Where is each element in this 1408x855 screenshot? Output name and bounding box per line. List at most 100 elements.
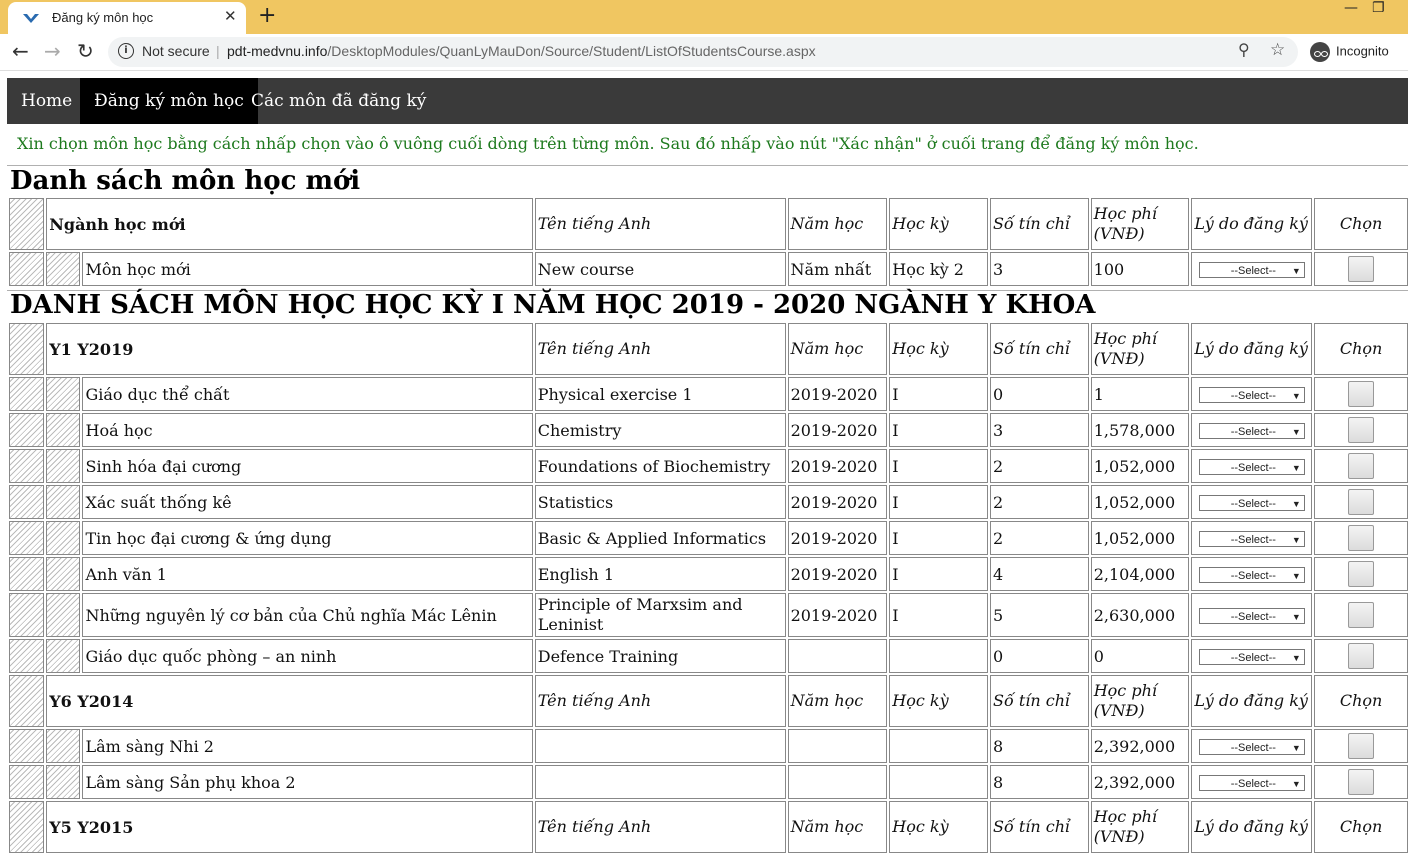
- site-info-icon[interactable]: i: [118, 43, 134, 59]
- course-name: Hoá học: [82, 413, 533, 447]
- course-english: Foundations of Biochemistry: [534, 449, 786, 483]
- course-credits: 8: [989, 765, 1089, 799]
- reason-select[interactable]: --Select--: [1198, 262, 1305, 279]
- url-domain: pdt-medvnu.info: [227, 43, 328, 59]
- incognito-badge[interactable]: Incognito: [1310, 42, 1389, 62]
- course-fee: 0: [1090, 639, 1190, 673]
- group-header-row: Y5 Y2015 Tên tiếng Anh Năm học Học kỳ Số tín…: [9, 801, 1408, 853]
- course-year: 2019-2020: [787, 521, 888, 555]
- reason-select[interactable]: --Select--: [1198, 775, 1305, 792]
- minimize-icon[interactable]: —: [1344, 0, 1358, 16]
- course-term: I: [889, 521, 988, 555]
- choose-checkbox[interactable]: [1348, 453, 1375, 479]
- header-hoc-phi: Học phí (VNĐ): [1090, 323, 1190, 375]
- course-english: Chemistry: [534, 413, 786, 447]
- course-term: [889, 639, 988, 673]
- reason-cell: --Select--: [1191, 413, 1313, 447]
- course-term: [889, 729, 988, 763]
- course-row: Anh văn 1 English 1 2019-2020 I 4 2,104,000 --…: [9, 557, 1408, 591]
- nav-dang-ky-mon-hoc[interactable]: Đăng ký môn học: [80, 78, 258, 124]
- group-name: Ngành học mới: [46, 198, 533, 250]
- bookmark-star-icon[interactable]: ☆: [1270, 40, 1285, 60]
- reason-select[interactable]: --Select--: [1198, 459, 1305, 476]
- course-name: Những nguyên lý cơ bản của Chủ nghĩa Mác…: [82, 593, 533, 637]
- course-credits: 3: [989, 252, 1089, 286]
- choose-checkbox[interactable]: [1348, 561, 1375, 587]
- header-so-tin-chi: Số tín chỉ: [989, 323, 1089, 375]
- course-credits: 3: [989, 413, 1089, 447]
- choose-checkbox[interactable]: [1348, 381, 1375, 407]
- choose-checkbox[interactable]: [1348, 769, 1375, 795]
- choose-checkbox[interactable]: [1348, 525, 1375, 551]
- choose-checkbox[interactable]: [1348, 602, 1375, 628]
- reason-select[interactable]: --Select--: [1198, 531, 1305, 548]
- choose-checkbox[interactable]: [1348, 417, 1375, 443]
- course-fee: 1,052,000: [1090, 485, 1190, 519]
- course-row: Những nguyên lý cơ bản của Chủ nghĩa Mác…: [9, 593, 1408, 637]
- course-english: Basic & Applied Informatics: [534, 521, 786, 555]
- choose-checkbox[interactable]: [1348, 733, 1375, 759]
- reason-select[interactable]: --Select--: [1198, 739, 1305, 756]
- reason-cell: --Select--: [1191, 639, 1313, 673]
- back-icon[interactable]: ←: [12, 39, 29, 63]
- reason-cell: --Select--: [1191, 729, 1313, 763]
- choose-checkbox[interactable]: [1348, 489, 1375, 515]
- reason-select[interactable]: --Select--: [1198, 423, 1305, 440]
- reason-select[interactable]: --Select--: [1198, 387, 1305, 404]
- course-credits: 8: [989, 729, 1089, 763]
- course-name: Tin học đại cương & ứng dụng: [82, 521, 533, 555]
- course-fee: 1,578,000: [1090, 413, 1190, 447]
- nav-home[interactable]: Home: [7, 78, 86, 124]
- semester-courses-table: Y1 Y2019 Tên tiếng Anh Năm học Học kỳ Số tín…: [7, 321, 1408, 855]
- section-title-semester: DANH SÁCH MÔN HỌC HỌC KỲ I NĂM HỌC 2019 …: [10, 290, 1096, 320]
- course-term: I: [889, 413, 988, 447]
- browser-toolbar: ← → ↻ i Not secure | pdt-medvnu.info/Des…: [0, 34, 1408, 70]
- hatch-cell: [46, 252, 81, 286]
- course-term: I: [889, 449, 988, 483]
- address-bar[interactable]: i Not secure | pdt-medvnu.info/DesktopMo…: [108, 37, 1298, 67]
- choose-cell: [1314, 557, 1408, 591]
- nav-cac-mon-da-dang-ky[interactable]: Các môn đã đăng ký: [237, 78, 440, 124]
- choose-checkbox[interactable]: [1348, 256, 1375, 282]
- reason-select[interactable]: --Select--: [1198, 608, 1305, 625]
- header-ly-do: Lý do đăng ký: [1191, 801, 1313, 853]
- group-name: Y5 Y2015: [46, 801, 533, 853]
- header-so-tin-chi: Số tín chỉ: [989, 675, 1089, 727]
- reason-select[interactable]: --Select--: [1198, 649, 1305, 666]
- course-year: 2019-2020: [787, 377, 888, 411]
- choose-cell: [1314, 593, 1408, 637]
- reason-select[interactable]: --Select--: [1198, 567, 1305, 584]
- reason-cell: --Select--: [1191, 557, 1313, 591]
- hatch-cell: [9, 639, 45, 673]
- course-name: Sinh hóa đại cương: [82, 449, 533, 483]
- restore-icon[interactable]: ❐: [1372, 0, 1385, 16]
- choose-checkbox[interactable]: [1348, 643, 1375, 669]
- course-english: English 1: [534, 557, 786, 591]
- zoom-icon[interactable]: ⚲: [1238, 40, 1250, 59]
- header-ly-do: Lý do đăng ký: [1191, 198, 1313, 250]
- reason-cell: --Select--: [1191, 521, 1313, 555]
- new-tab-icon[interactable]: +: [258, 3, 276, 28]
- choose-cell: [1314, 377, 1408, 411]
- hatch-cell: [9, 765, 45, 799]
- forward-icon[interactable]: →: [44, 39, 61, 63]
- header-ten-tieng-anh: Tên tiếng Anh: [534, 323, 786, 375]
- course-fee: 2,630,000: [1090, 593, 1190, 637]
- course-term: I: [889, 377, 988, 411]
- choose-cell: [1314, 729, 1408, 763]
- header-ten-tieng-anh: Tên tiếng Anh: [534, 198, 786, 250]
- hatch-cell: [46, 485, 81, 519]
- tab-close-icon[interactable]: ✕: [224, 7, 237, 25]
- reason-select[interactable]: --Select--: [1198, 495, 1305, 512]
- url-text[interactable]: pdt-medvnu.info/DesktopModules/QuanLyMau…: [227, 43, 816, 59]
- course-year: 2019-2020: [787, 593, 888, 637]
- browser-tab[interactable]: Đăng ký môn học ✕: [8, 2, 246, 34]
- course-english: Physical exercise 1: [534, 377, 786, 411]
- course-english: New course: [534, 252, 786, 286]
- reload-icon[interactable]: ↻: [77, 39, 94, 63]
- hatch-cell: [46, 377, 81, 411]
- header-nam-hoc: Năm học: [787, 323, 888, 375]
- course-english: [534, 729, 786, 763]
- browser-tabstrip: Đăng ký môn học ✕ + — ❐: [0, 0, 1408, 34]
- hatch-cell: [9, 801, 45, 853]
